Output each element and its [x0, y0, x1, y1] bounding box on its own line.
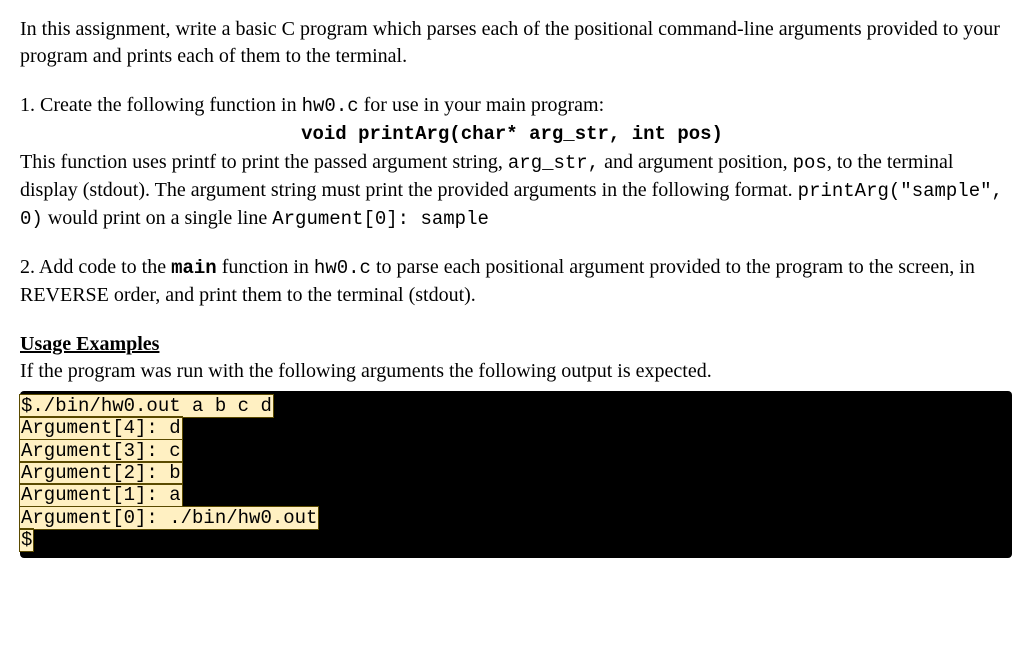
terminal-text: Argument[1]: a: [20, 484, 182, 506]
step1-file: hw0.c: [302, 95, 359, 117]
step1-lead-a: 1. Create the following function in: [20, 94, 302, 116]
terminal-line: Argument[2]: b: [20, 462, 1012, 484]
step1-desc-b: and argument position,: [599, 151, 793, 173]
step2-file: hw0.c: [314, 257, 371, 279]
terminal-output: $./bin/hw0.out a b c d Argument[4]: d Ar…: [20, 391, 1012, 558]
terminal-text: Argument[2]: b: [20, 462, 182, 484]
intro-paragraph: In this assignment, write a basic C prog…: [20, 16, 1004, 70]
step2-lead-a: 2. Add code to the: [20, 256, 171, 278]
usage-section: Usage Examples If the program was run wi…: [20, 331, 1004, 558]
step-1: 1. Create the following function in hw0.…: [20, 92, 1004, 232]
usage-heading: Usage Examples: [20, 331, 1004, 358]
terminal-text: $: [20, 529, 33, 551]
step1-example-output: Argument[0]: sample: [272, 208, 489, 230]
usage-intro: If the program was run with the followin…: [20, 358, 1004, 385]
terminal-line: $./bin/hw0.out a b c d: [20, 395, 1012, 417]
step-2: 2. Add code to the main function in hw0.…: [20, 254, 1004, 309]
document-page: In this assignment, write a basic C prog…: [0, 0, 1024, 670]
terminal-line: Argument[3]: c: [20, 440, 1012, 462]
terminal-line: Argument[1]: a: [20, 484, 1012, 506]
terminal-text: Argument[3]: c: [20, 440, 182, 462]
terminal-line: $: [20, 529, 1012, 551]
step2-lead-b: function in: [217, 256, 314, 278]
terminal-line: Argument[4]: d: [20, 417, 1012, 439]
function-signature: void printArg(char* arg_str, int pos): [20, 122, 1004, 148]
step1-pos: pos: [793, 152, 827, 174]
step1-desc-a: This function uses printf to print the p…: [20, 151, 508, 173]
terminal-text: Argument[0]: ./bin/hw0.out: [20, 507, 318, 529]
step1-desc-d: would print on a single line: [43, 207, 272, 229]
terminal-line: Argument[0]: ./bin/hw0.out: [20, 507, 1012, 529]
terminal-text: Argument[4]: d: [20, 417, 182, 439]
terminal-text: $./bin/hw0.out a b c d: [20, 395, 273, 417]
step2-main: main: [171, 257, 217, 279]
step1-lead-b: for use in your main program:: [359, 94, 605, 116]
step1-argstr: arg_str,: [508, 152, 599, 174]
